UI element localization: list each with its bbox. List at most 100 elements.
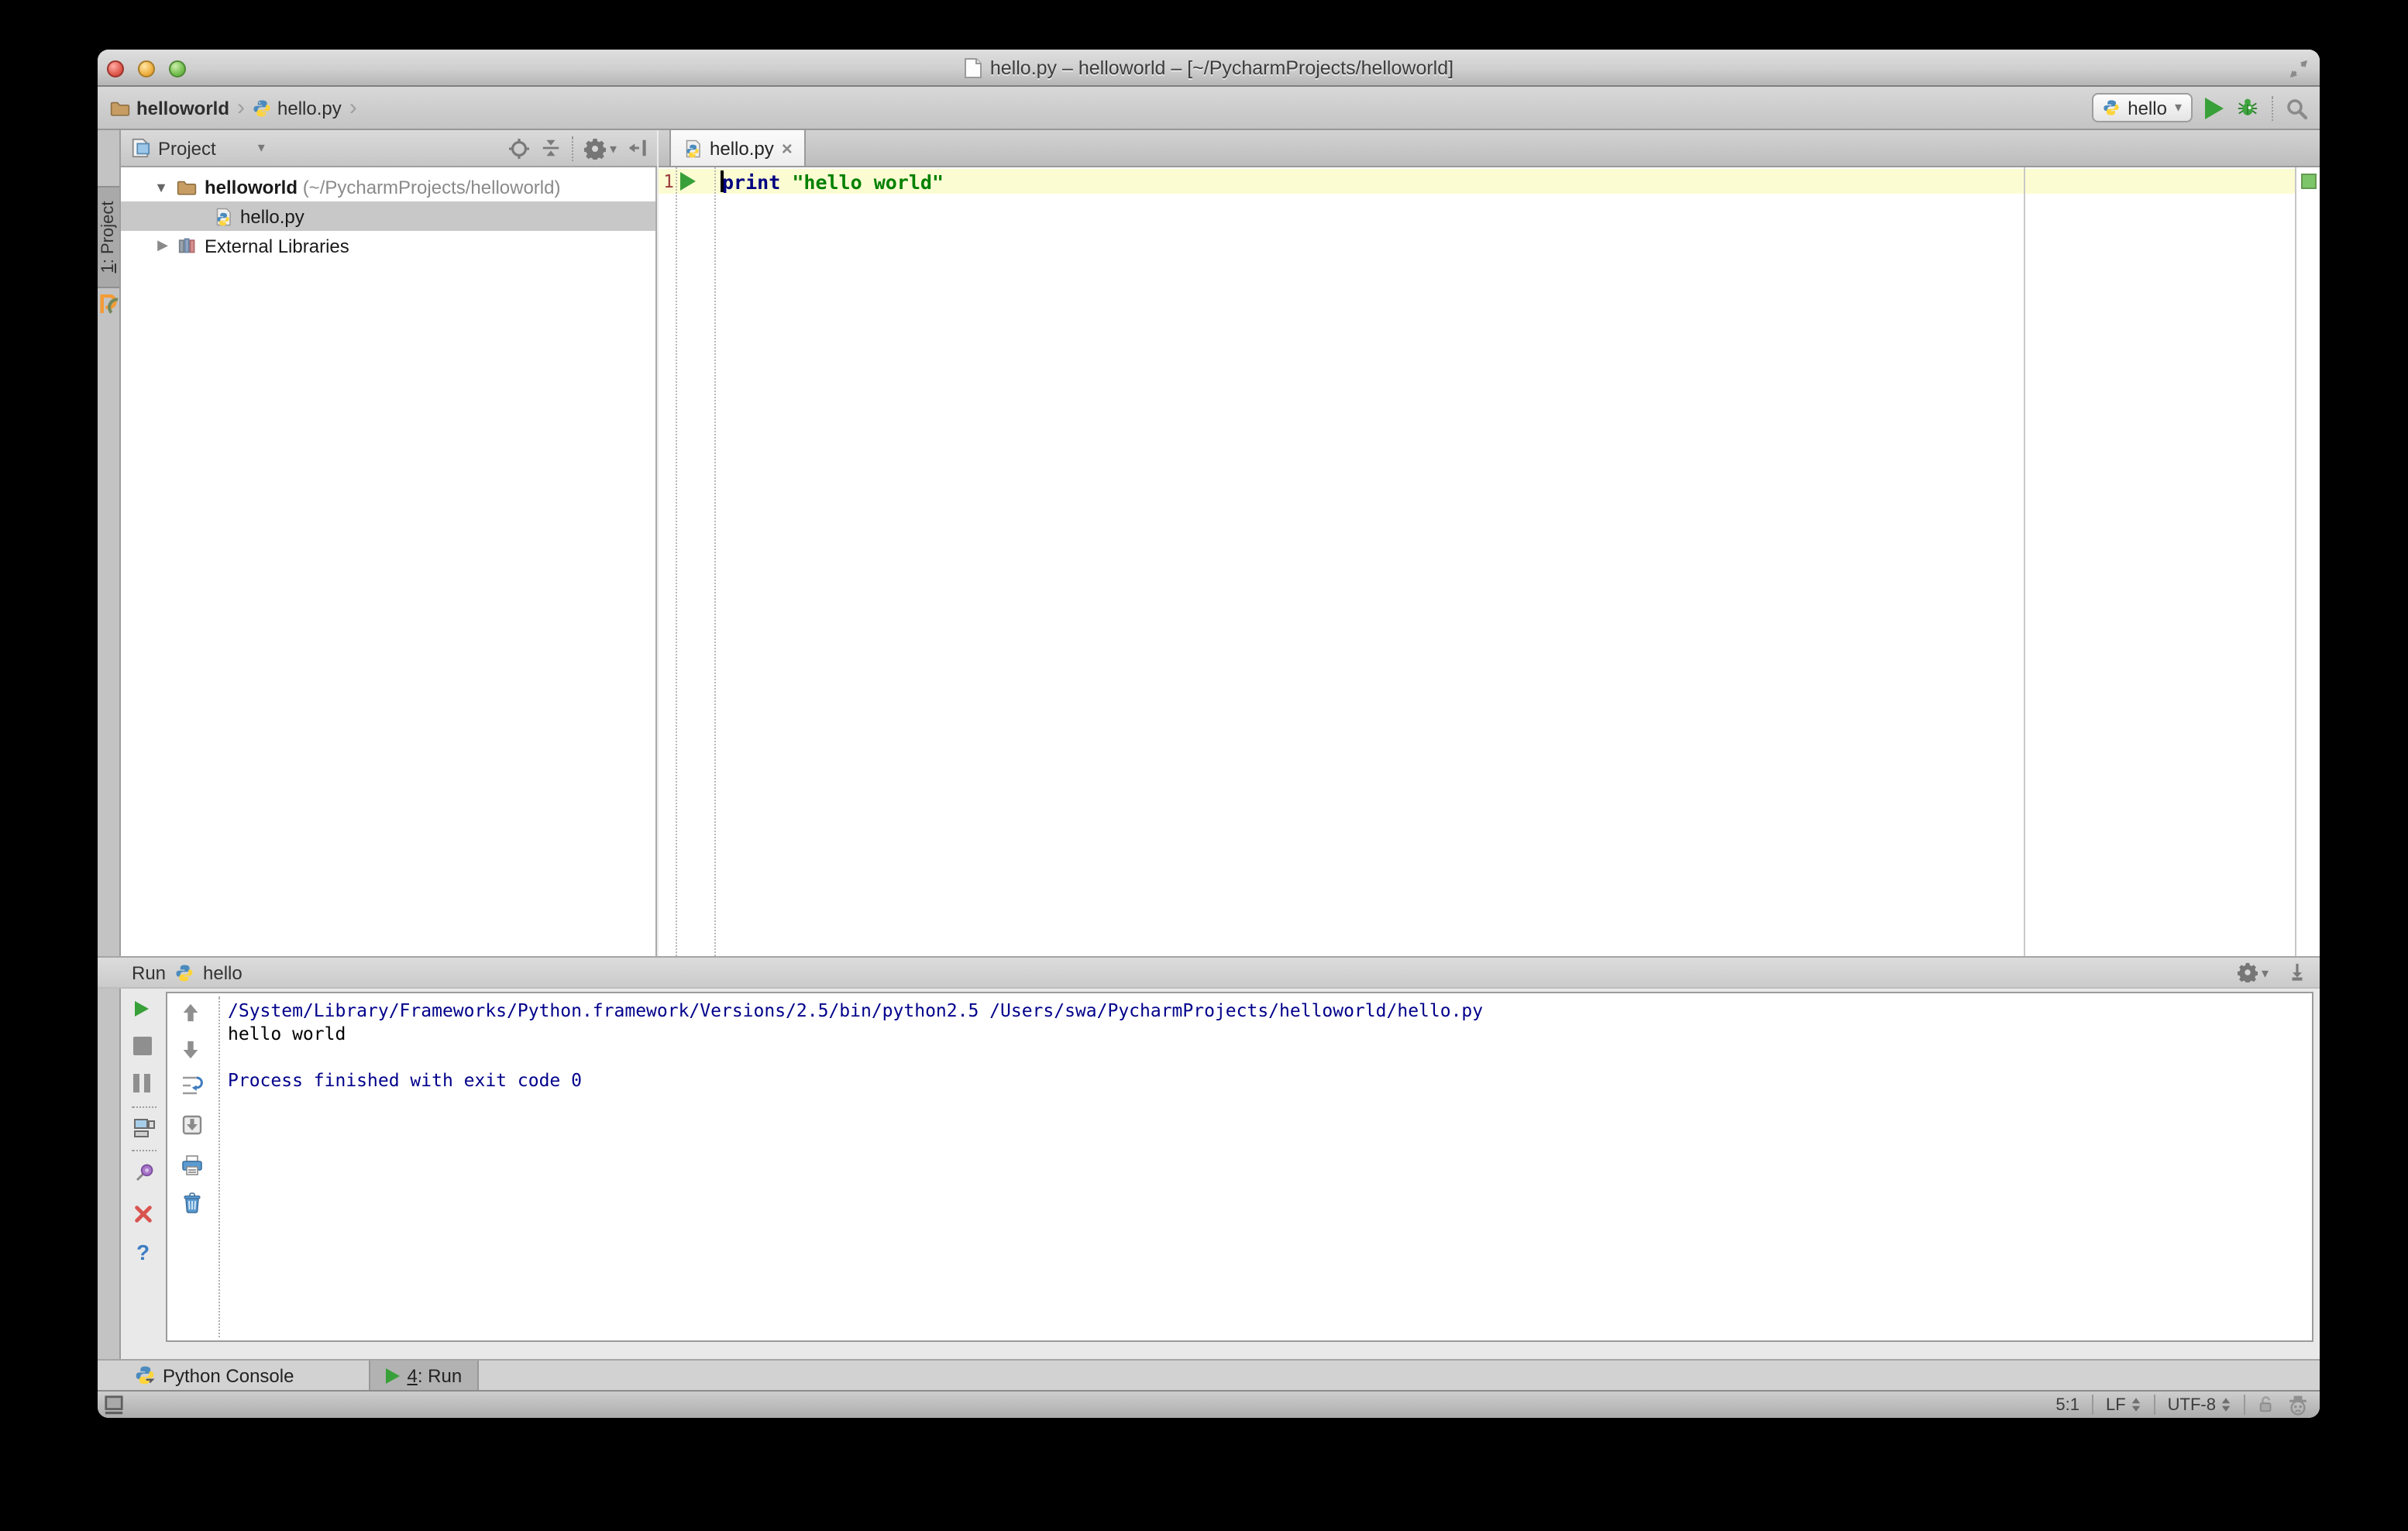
tree-row-file[interactable]: hello.py: [121, 201, 655, 231]
soft-wrap-icon[interactable]: [181, 1074, 205, 1097]
zoom-window-button[interactable]: [169, 60, 186, 77]
chevron-down-icon: ▾: [257, 139, 265, 155]
restore-layout-icon[interactable]: [133, 1117, 155, 1139]
tree-row-libraries[interactable]: ▶ External Libraries: [121, 231, 655, 260]
tree-row-root[interactable]: ▼ helloworld (~/PycharmProjects/hellowor…: [121, 172, 655, 201]
run-panel-header[interactable]: Run hello ▾: [98, 956, 2320, 989]
unlocked-padlock-icon[interactable]: [2258, 1395, 2275, 1415]
console-command-line: /System/Library/Frameworks/Python.framew…: [228, 999, 1484, 1021]
up-stack-trace-icon[interactable]: [181, 1003, 200, 1023]
inspection-ok-indicator[interactable]: [2301, 174, 2317, 189]
run-config-label: hello: [203, 962, 243, 983]
help-icon[interactable]: ?: [136, 1241, 150, 1263]
window-title-group: hello.py – helloworld – [~/PycharmProjec…: [964, 57, 1453, 78]
pause-output-button[interactable]: [133, 1074, 152, 1092]
python-console-tab-label: Python Console: [163, 1364, 294, 1386]
collapse-all-icon[interactable]: [542, 138, 562, 158]
breadcrumb: helloworld › hello.py ›: [110, 94, 359, 120]
python-console-icon: [135, 1365, 155, 1385]
updown-arrows-icon: [2131, 1396, 2141, 1413]
pycharm-window: hello.py – helloworld – [~/PycharmProjec…: [98, 50, 2320, 1418]
fullscreen-icon[interactable]: [2289, 59, 2309, 79]
console-toolbar: [167, 993, 218, 1340]
tool-stripe: 1: Project: [98, 130, 121, 1409]
status-divider: [2091, 1395, 2093, 1415]
title-bar[interactable]: hello.py – helloworld – [~/PycharmProjec…: [98, 50, 2320, 87]
tree-collapsed-icon[interactable]: ▶: [155, 237, 170, 254]
project-view-selector[interactable]: Project ▾: [130, 137, 265, 159]
chevron-down-icon: ▾: [2174, 99, 2182, 115]
python-icon: [175, 963, 194, 982]
hide-panel-icon[interactable]: [628, 138, 648, 158]
line-number: 1: [663, 170, 674, 192]
print-icon[interactable]: [181, 1154, 203, 1176]
folder-icon: [177, 178, 197, 195]
minimize-window-button[interactable]: [138, 60, 155, 77]
console-divider: [218, 996, 220, 1337]
debug-bug-icon[interactable]: [2236, 96, 2259, 119]
run-line-marker-icon[interactable]: [680, 172, 696, 191]
chevron-right-icon: ›: [349, 94, 357, 120]
console-panel[interactable]: /System/Library/Frameworks/Python.framew…: [166, 992, 2313, 1342]
breadcrumb-file[interactable]: hello.py: [277, 97, 342, 119]
pin-tab-icon[interactable]: [133, 1162, 155, 1184]
gutter-divider: [676, 167, 677, 956]
run-button[interactable]: [2205, 97, 2224, 119]
status-divider: [2153, 1395, 2155, 1415]
code-line: print "hello world": [722, 170, 944, 193]
rerun-button[interactable]: [135, 1001, 149, 1017]
gutter-divider: [714, 167, 716, 956]
run-toolbar: ?: [121, 989, 167, 1359]
python-file-icon: [214, 207, 232, 225]
updown-arrows-icon: [2221, 1396, 2231, 1413]
python-icon: [2103, 99, 2120, 116]
run-panel-title: Run: [132, 962, 167, 983]
toolwindow-toggle-icon[interactable]: [104, 1395, 124, 1415]
search-icon[interactable]: [2286, 97, 2307, 119]
toolwindow-bar: Python Console 4: Run: [98, 1359, 2320, 1391]
folder-icon: [110, 99, 130, 116]
editor-tab-bar: hello.py ×: [659, 130, 2320, 167]
stop-button[interactable]: [133, 1037, 152, 1055]
run-config-selector[interactable]: hello ▾: [2092, 93, 2193, 122]
code-keyword: print: [722, 170, 781, 193]
document-icon: [964, 57, 982, 78]
run-tab[interactable]: 4: Run: [368, 1360, 480, 1391]
locate-file-icon[interactable]: [509, 137, 531, 159]
run-config-name: hello: [2128, 97, 2167, 119]
line-separator-selector[interactable]: LF: [2106, 1395, 2141, 1414]
dock-pin-icon[interactable]: [2287, 962, 2307, 982]
python-file-icon: [683, 139, 702, 157]
external-libraries-label: External Libraries: [205, 235, 349, 256]
close-window-button[interactable]: [107, 60, 124, 77]
python-console-tab[interactable]: Python Console: [119, 1360, 309, 1391]
console-exit-line: Process finished with exit code 0: [228, 1069, 582, 1091]
right-margin-guide: [2024, 167, 2025, 956]
project-stripe-button[interactable]: 1: Project: [98, 186, 119, 288]
run-tab-label: 4: Run: [407, 1364, 463, 1386]
gear-icon[interactable]: ▾: [584, 137, 617, 159]
code-editor[interactable]: 1 print "hello world": [659, 167, 2320, 956]
scroll-to-end-icon[interactable]: [181, 1114, 203, 1136]
editor-tab-label: hello.py: [710, 137, 774, 159]
tab-close-icon[interactable]: ×: [782, 139, 793, 157]
down-stack-trace-icon[interactable]: [181, 1040, 200, 1060]
console-settings-gear-icon[interactable]: ▾: [2238, 962, 2269, 982]
breadcrumb-project[interactable]: helloworld: [136, 97, 229, 119]
window-title: hello.py – helloworld – [~/PycharmProjec…: [989, 57, 1454, 78]
close-console-icon[interactable]: [133, 1204, 153, 1224]
caret-position[interactable]: 5:1: [2055, 1395, 2079, 1414]
toolbar-separator: [572, 136, 574, 160]
tree-root-path: (~/PycharmProjects/helloworld): [302, 176, 561, 198]
clear-all-trash-icon[interactable]: [181, 1192, 203, 1213]
navigation-bar: helloworld › hello.py › hello ▾: [98, 87, 2320, 130]
encoding-selector[interactable]: UTF-8: [2168, 1395, 2231, 1414]
hector-inspector-icon[interactable]: [2287, 1394, 2309, 1416]
tree-file-label: hello.py: [240, 205, 304, 227]
editor-tab-hello-py[interactable]: hello.py ×: [669, 130, 807, 167]
error-stripe[interactable]: [2295, 167, 2320, 956]
toolbar-separator: [2272, 95, 2273, 120]
tree-expanded-icon[interactable]: ▼: [153, 179, 169, 194]
console-output[interactable]: /System/Library/Frameworks/Python.framew…: [228, 999, 1483, 1092]
